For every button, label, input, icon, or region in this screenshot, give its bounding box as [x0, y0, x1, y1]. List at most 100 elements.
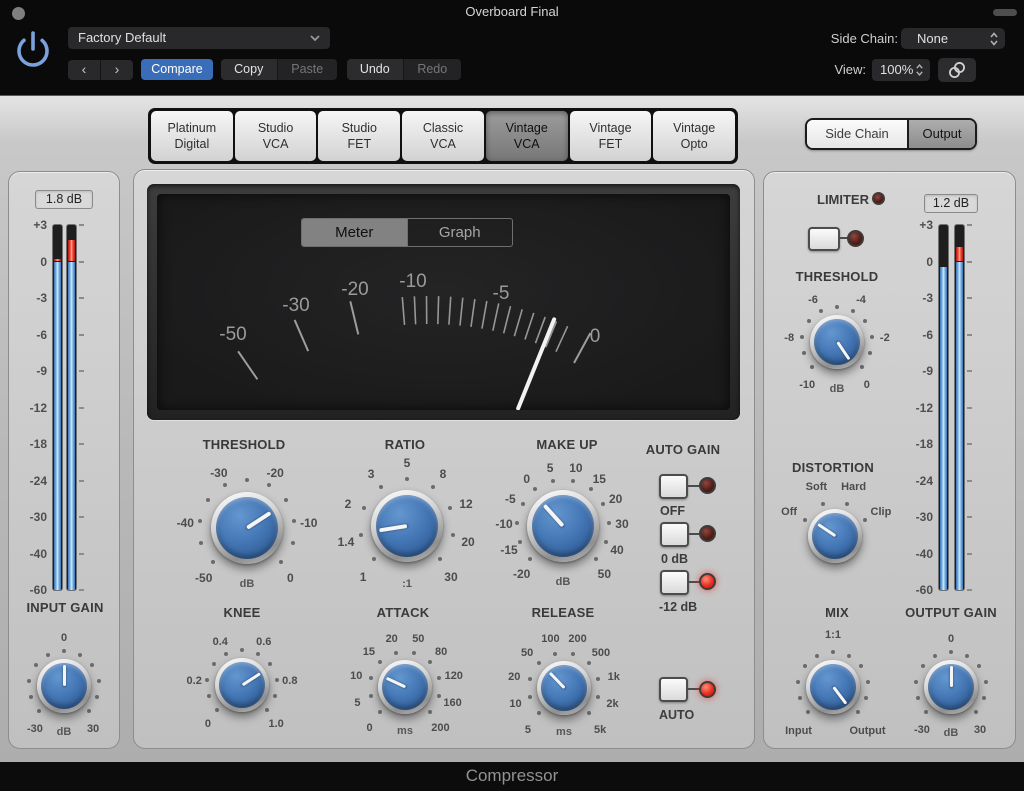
knob-tick-dot — [448, 506, 452, 510]
knob-tick-dot — [528, 695, 532, 699]
knob-tick-dot — [589, 487, 593, 491]
circuit-tab-label: Opto — [681, 136, 708, 152]
meter-scale-label: 0 — [893, 255, 933, 269]
copy-button[interactable]: Copy — [221, 59, 277, 80]
meter-tick — [79, 480, 84, 482]
knob-tick-dot — [199, 541, 203, 545]
preset-selector[interactable]: Factory Default — [68, 27, 330, 49]
redo-button[interactable]: Redo — [403, 59, 461, 80]
knob-tick-dot — [437, 676, 441, 680]
knob-scale-label: 50 — [412, 633, 424, 645]
knob-scale-label: 0.6 — [256, 636, 271, 648]
circuit-tab-classic-vca[interactable]: ClassicVCA — [402, 111, 484, 161]
meter-tick — [79, 334, 84, 336]
compare-button[interactable]: Compare — [141, 59, 213, 80]
meter-scale-label: +3 — [9, 218, 47, 232]
meter-tick — [967, 370, 972, 372]
toggle-output[interactable]: Output — [907, 120, 975, 148]
circuit-tab-label: VCA — [263, 136, 289, 152]
auto-gain-0db-label: 0 dB — [661, 552, 688, 566]
knob-tick-dot — [806, 710, 810, 714]
view-zoom-select[interactable]: 100% — [872, 59, 930, 81]
preset-back-button[interactable]: ‹ — [68, 60, 100, 80]
knob-tick-dot — [378, 660, 382, 664]
vu-scale-label: 0 — [590, 326, 601, 347]
circuit-tab-vintage-vca[interactable]: VintageVCA — [486, 111, 568, 161]
vu-scale-label: -50 — [219, 324, 246, 345]
knob-scale-label: 500 — [592, 647, 610, 659]
knob-scale-label: 0.8 — [282, 675, 297, 687]
auto-gain-minus12-button[interactable] — [660, 570, 689, 595]
vu-scale-label: -5 — [493, 283, 510, 304]
meter-tick — [79, 261, 84, 263]
preset-name: Factory Default — [78, 30, 166, 45]
knob-tick-dot — [212, 662, 216, 666]
input-level-meter: +30-3-6-9-12-18-24-30-40-60 — [9, 225, 119, 590]
power-button[interactable] — [13, 24, 53, 72]
tab-meter[interactable]: Meter — [302, 219, 407, 246]
meter-scale-label: -60 — [893, 583, 933, 597]
auto-gain-0db-button[interactable] — [660, 522, 689, 547]
plugin-name: Compressor — [466, 766, 559, 785]
knob-scale-label: -50 — [195, 571, 212, 585]
knob-pointer — [950, 666, 953, 687]
circuit-tab-studio-vca[interactable]: StudioVCA — [235, 111, 317, 161]
knob-cap — [532, 495, 594, 557]
knob-tick-dot — [984, 680, 988, 684]
knob-tick-dot — [428, 710, 432, 714]
auto-release-button[interactable] — [659, 677, 688, 702]
knob-scale-label: 0 — [367, 722, 373, 734]
meter-tick — [967, 589, 972, 591]
chain-link-icon — [938, 69, 976, 86]
input-gain-readout: 1.8 dB — [35, 190, 93, 209]
knob-tick-dot — [90, 663, 94, 667]
knob-pointer — [63, 665, 66, 686]
meter-tick — [79, 516, 84, 518]
link-button[interactable] — [938, 58, 976, 82]
limiter-led — [872, 192, 885, 205]
paste-button[interactable]: Paste — [277, 59, 337, 80]
knob-tick-dot — [245, 478, 249, 482]
knob-tick-dot — [438, 557, 442, 561]
meter-scale-label: -12 — [893, 401, 933, 415]
tab-graph[interactable]: Graph — [407, 219, 513, 246]
meter-scale-label: -6 — [9, 328, 47, 342]
auto-gain-off-button[interactable] — [659, 474, 688, 499]
undo-button[interactable]: Undo — [347, 59, 403, 80]
preset-forward-button[interactable]: › — [100, 60, 133, 80]
circuit-tab-vintage-opto[interactable]: VintageOpto — [653, 111, 735, 161]
knob-scale-label: 5 — [354, 697, 360, 709]
knob-scale-label: 30 — [974, 724, 986, 736]
knob-scale-label: 0 — [287, 571, 294, 585]
knob-tick-dot — [437, 694, 441, 698]
circuit-tab-label: Vintage — [506, 120, 548, 136]
toggle-side-chain[interactable]: Side Chain — [807, 120, 907, 148]
meter-scale-label: -3 — [9, 291, 47, 305]
knob-scale-label: 30 — [615, 517, 628, 531]
knob-tick-dot — [551, 479, 555, 483]
circuit-tab-platinum-digital[interactable]: PlatinumDigital — [151, 111, 233, 161]
knob-scale-label: 0 — [948, 633, 954, 645]
meter-tick — [967, 297, 972, 299]
meter-scale-label: +3 — [893, 218, 933, 232]
circuit-tab-vintage-fet[interactable]: VintageFET — [570, 111, 652, 161]
knob-scale-label: 0 — [61, 632, 67, 644]
knob-tick-dot — [601, 502, 605, 506]
knob-tick-dot — [405, 477, 409, 481]
meter-tick — [79, 370, 84, 372]
circuit-tab-studio-fet[interactable]: StudioFET — [318, 111, 400, 161]
knob-tick-dot — [916, 696, 920, 700]
knob-scale-label: 8 — [440, 467, 447, 481]
knob-tick-dot — [372, 557, 376, 561]
knob-tick-dot — [291, 541, 295, 545]
meter-bar — [939, 225, 948, 590]
circuit-tab-label: Vintage — [589, 120, 631, 136]
auto-release-led — [699, 681, 716, 698]
vu-needle — [518, 319, 554, 408]
auto-gain-title: AUTO GAIN — [646, 442, 721, 457]
knob-unit-label: dB — [556, 576, 571, 588]
knob-scale-label: -20 — [266, 466, 283, 480]
side-chain-select[interactable]: None — [901, 28, 1005, 49]
knob-unit-label: dB — [944, 727, 959, 739]
side-chain-output-toggle: Side Chain Output — [805, 118, 977, 150]
